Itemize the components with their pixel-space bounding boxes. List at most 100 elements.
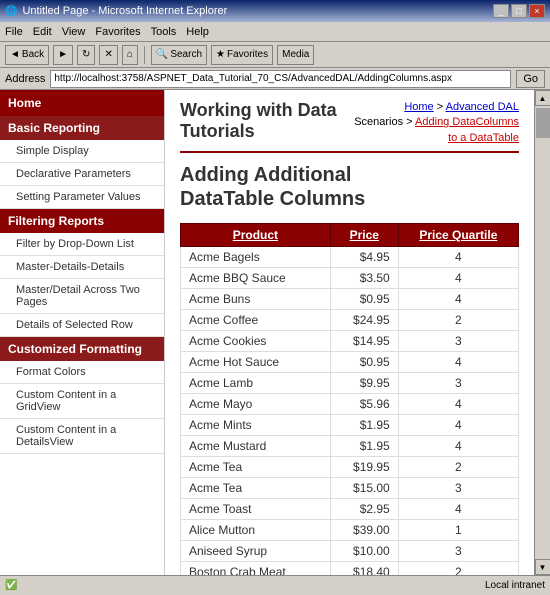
table-row[interactable]: Acme Coffee$24.952 (181, 310, 519, 331)
cell-quartile: 2 (398, 562, 518, 575)
cell-price: $4.95 (330, 247, 398, 268)
scroll-thumb[interactable] (536, 108, 550, 138)
sidebar-item-master-details[interactable]: Master-Details-Details (0, 256, 164, 279)
maximize-button[interactable]: □ (511, 4, 527, 18)
back-icon: ◄ (10, 49, 20, 60)
breadcrumb-section[interactable]: Advanced DAL (446, 101, 519, 113)
cell-price: $5.96 (330, 394, 398, 415)
scroll-down-button[interactable]: ▼ (535, 559, 550, 575)
table-row[interactable]: Acme Hot Sauce$0.954 (181, 352, 519, 373)
media-button[interactable]: Media (277, 45, 314, 65)
sidebar: Home Basic Reporting Simple Display Decl… (0, 90, 165, 575)
menu-favorites[interactable]: Favorites (95, 26, 140, 38)
back-button[interactable]: ◄ Back (5, 45, 49, 65)
sidebar-item-simple-display[interactable]: Simple Display (0, 140, 164, 163)
table-row[interactable]: Acme Mints$1.954 (181, 415, 519, 436)
go-button[interactable]: Go (516, 70, 545, 88)
window-controls[interactable]: _ □ × (493, 4, 545, 18)
cell-product: Acme Cookies (181, 331, 331, 352)
search-button[interactable]: 🔍 Search (151, 45, 207, 65)
table-row[interactable]: Acme Tea$15.003 (181, 478, 519, 499)
sidebar-item-custom-gridview[interactable]: Custom Content in a GridView (0, 384, 164, 419)
table-row[interactable]: Acme Cookies$14.953 (181, 331, 519, 352)
table-row[interactable]: Aniseed Syrup$10.003 (181, 541, 519, 562)
col-price[interactable]: Price (330, 224, 398, 247)
cell-quartile: 4 (398, 499, 518, 520)
scroll-up-button[interactable]: ▲ (535, 90, 550, 106)
sidebar-item-custom-detailsview[interactable]: Custom Content in a DetailsView (0, 419, 164, 454)
sidebar-item-format-colors[interactable]: Format Colors (0, 361, 164, 384)
cell-price: $39.00 (330, 520, 398, 541)
close-button[interactable]: × (529, 4, 545, 18)
table-row[interactable]: Acme Mayo$5.964 (181, 394, 519, 415)
cell-product: Acme Mayo (181, 394, 331, 415)
table-row[interactable]: Acme Tea$19.952 (181, 457, 519, 478)
menu-help[interactable]: Help (186, 26, 209, 38)
breadcrumb-home[interactable]: Home (404, 101, 433, 113)
main-content: Working with Data Tutorials Home > Advan… (165, 90, 534, 575)
table-row[interactable]: Acme Lamb$9.953 (181, 373, 519, 394)
cell-quartile: 3 (398, 331, 518, 352)
cell-quartile: 4 (398, 289, 518, 310)
breadcrumb-scenarios: Scenarios (354, 116, 403, 128)
cell-product: Aniseed Syrup (181, 541, 331, 562)
cell-quartile: 4 (398, 352, 518, 373)
sidebar-section-basic: Basic Reporting (0, 116, 164, 140)
cell-product: Acme Hot Sauce (181, 352, 331, 373)
table-row[interactable]: Acme Buns$0.954 (181, 289, 519, 310)
cell-product: Acme Bagels (181, 247, 331, 268)
status-zone: Local intranet (485, 580, 545, 591)
address-input[interactable] (50, 70, 511, 88)
cell-quartile: 1 (398, 520, 518, 541)
col-quartile[interactable]: Price Quartile (398, 224, 518, 247)
cell-price: $0.95 (330, 352, 398, 373)
cell-product: Boston Crab Meat (181, 562, 331, 575)
table-row[interactable]: Acme Bagels$4.954 (181, 247, 519, 268)
favorites-button[interactable]: ★ Favorites (211, 45, 273, 65)
cell-product: Acme Toast (181, 499, 331, 520)
home-button[interactable]: ⌂ (122, 45, 138, 65)
toolbar: ◄ Back ► ↻ ✕ ⌂ 🔍 Search ★ Favorites Medi… (0, 42, 550, 68)
cell-price: $2.95 (330, 499, 398, 520)
forward-button[interactable]: ► (53, 45, 73, 65)
menu-file[interactable]: File (5, 26, 23, 38)
status-bar: ✅ Local intranet (0, 575, 550, 595)
cell-quartile: 2 (398, 310, 518, 331)
sidebar-item-details-selected[interactable]: Details of Selected Row (0, 314, 164, 337)
cell-product: Acme Coffee (181, 310, 331, 331)
refresh-icon: ↻ (82, 49, 90, 60)
home-icon: ⌂ (127, 49, 133, 60)
cell-price: $14.95 (330, 331, 398, 352)
table-row[interactable]: Acme Toast$2.954 (181, 499, 519, 520)
sidebar-item-master-detail-pages[interactable]: Master/Detail Across Two Pages (0, 279, 164, 314)
sidebar-item-setting-params[interactable]: Setting Parameter Values (0, 186, 164, 209)
minimize-button[interactable]: _ (493, 4, 509, 18)
scrollbar[interactable]: ▲ ▼ (534, 90, 550, 575)
table-row[interactable]: Boston Crab Meat$18.402 (181, 562, 519, 575)
cell-price: $1.95 (330, 415, 398, 436)
menu-tools[interactable]: Tools (151, 26, 177, 38)
sidebar-home[interactable]: Home (0, 90, 164, 116)
refresh-button[interactable]: ↻ (77, 45, 95, 65)
sidebar-item-declarative-params[interactable]: Declarative Parameters (0, 163, 164, 186)
page-title: Adding Additional DataTable Columns (180, 163, 519, 211)
stop-icon: ✕ (104, 49, 112, 60)
menu-edit[interactable]: Edit (33, 26, 52, 38)
browser-content: Home Basic Reporting Simple Display Decl… (0, 90, 550, 575)
data-table: Product Price Price Quartile Acme Bagels… (180, 223, 519, 575)
address-label: Address (5, 73, 45, 85)
cell-product: Acme BBQ Sauce (181, 268, 331, 289)
sidebar-item-filter-dropdown[interactable]: Filter by Drop-Down List (0, 233, 164, 256)
cell-price: $19.95 (330, 457, 398, 478)
table-row[interactable]: Acme Mustard$1.954 (181, 436, 519, 457)
stop-button[interactable]: ✕ (99, 45, 117, 65)
col-product[interactable]: Product (181, 224, 331, 247)
table-row[interactable]: Alice Mutton$39.001 (181, 520, 519, 541)
cell-quartile: 4 (398, 247, 518, 268)
cell-price: $18.40 (330, 562, 398, 575)
cell-price: $0.95 (330, 289, 398, 310)
table-row[interactable]: Acme BBQ Sauce$3.504 (181, 268, 519, 289)
star-icon: ★ (216, 49, 225, 60)
menu-view[interactable]: View (62, 26, 86, 38)
breadcrumb-current: Adding DataColumns to a DataTable (415, 116, 519, 143)
